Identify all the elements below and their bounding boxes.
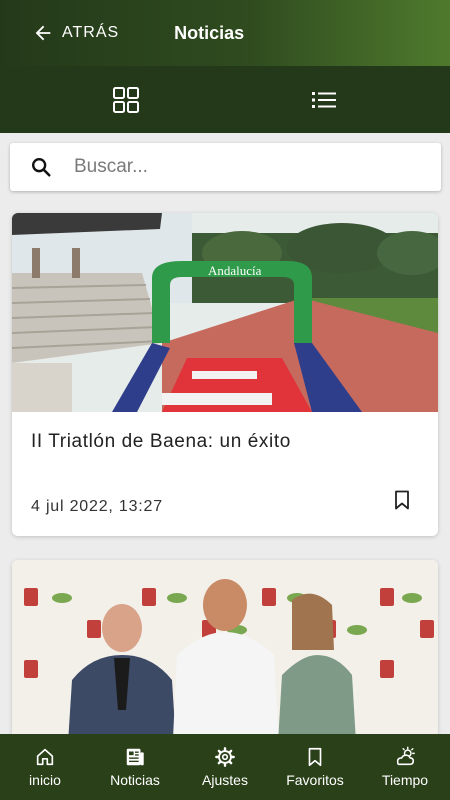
- search-bar: [10, 143, 441, 191]
- news-date: 4 jul 2022, 13:27: [31, 498, 163, 515]
- weather-icon: [396, 746, 415, 766]
- nav-label: Favoritos: [286, 772, 344, 788]
- gear-icon: [215, 747, 235, 767]
- news-icon: [126, 748, 144, 766]
- top-app-bar: ATRÁS Noticias: [0, 0, 450, 66]
- nav-label: Tiempo: [381, 772, 429, 788]
- news-card[interactable]: [12, 560, 438, 760]
- home-icon: [36, 748, 54, 766]
- nav-label: Ajustes: [202, 772, 248, 788]
- news-image[interactable]: Andalucía: [12, 213, 438, 412]
- page-title: Noticias: [174, 22, 245, 43]
- list-icon[interactable]: [310, 86, 338, 114]
- nav-item-inicio[interactable]: inicio: [5, 746, 85, 788]
- nav-label: inicio: [29, 772, 61, 788]
- nav-item-tiempo[interactable]: Tiempo: [365, 746, 445, 788]
- bookmark-outline-icon[interactable]: [394, 490, 410, 510]
- nav-item-ajustes[interactable]: Ajustes: [185, 746, 265, 788]
- bottom-navigation: inicio Noticias Ajustes Favoritos Tiempo: [0, 734, 450, 800]
- nav-label: Noticias: [110, 772, 160, 788]
- news-title: II Triatlón de Baena: un éxito: [31, 431, 291, 452]
- news-card[interactable]: Andalucía II Triatlón de Baena: un éxito…: [12, 213, 438, 536]
- back-label: ATRÁS: [62, 24, 120, 41]
- arrow-left-icon: [35, 25, 51, 41]
- bookmark-icon: [308, 747, 322, 767]
- search-icon[interactable]: [30, 156, 52, 178]
- grid-icon[interactable]: [112, 86, 140, 114]
- back-button[interactable]: ATRÁS: [32, 22, 119, 44]
- view-toggle-bar: [0, 66, 450, 133]
- news-image[interactable]: [12, 560, 438, 759]
- nav-item-favoritos[interactable]: Favoritos: [275, 746, 355, 788]
- search-input[interactable]: [74, 156, 404, 178]
- nav-item-noticias[interactable]: Noticias: [95, 746, 175, 788]
- arch-logo-text: Andalucía: [208, 263, 262, 278]
